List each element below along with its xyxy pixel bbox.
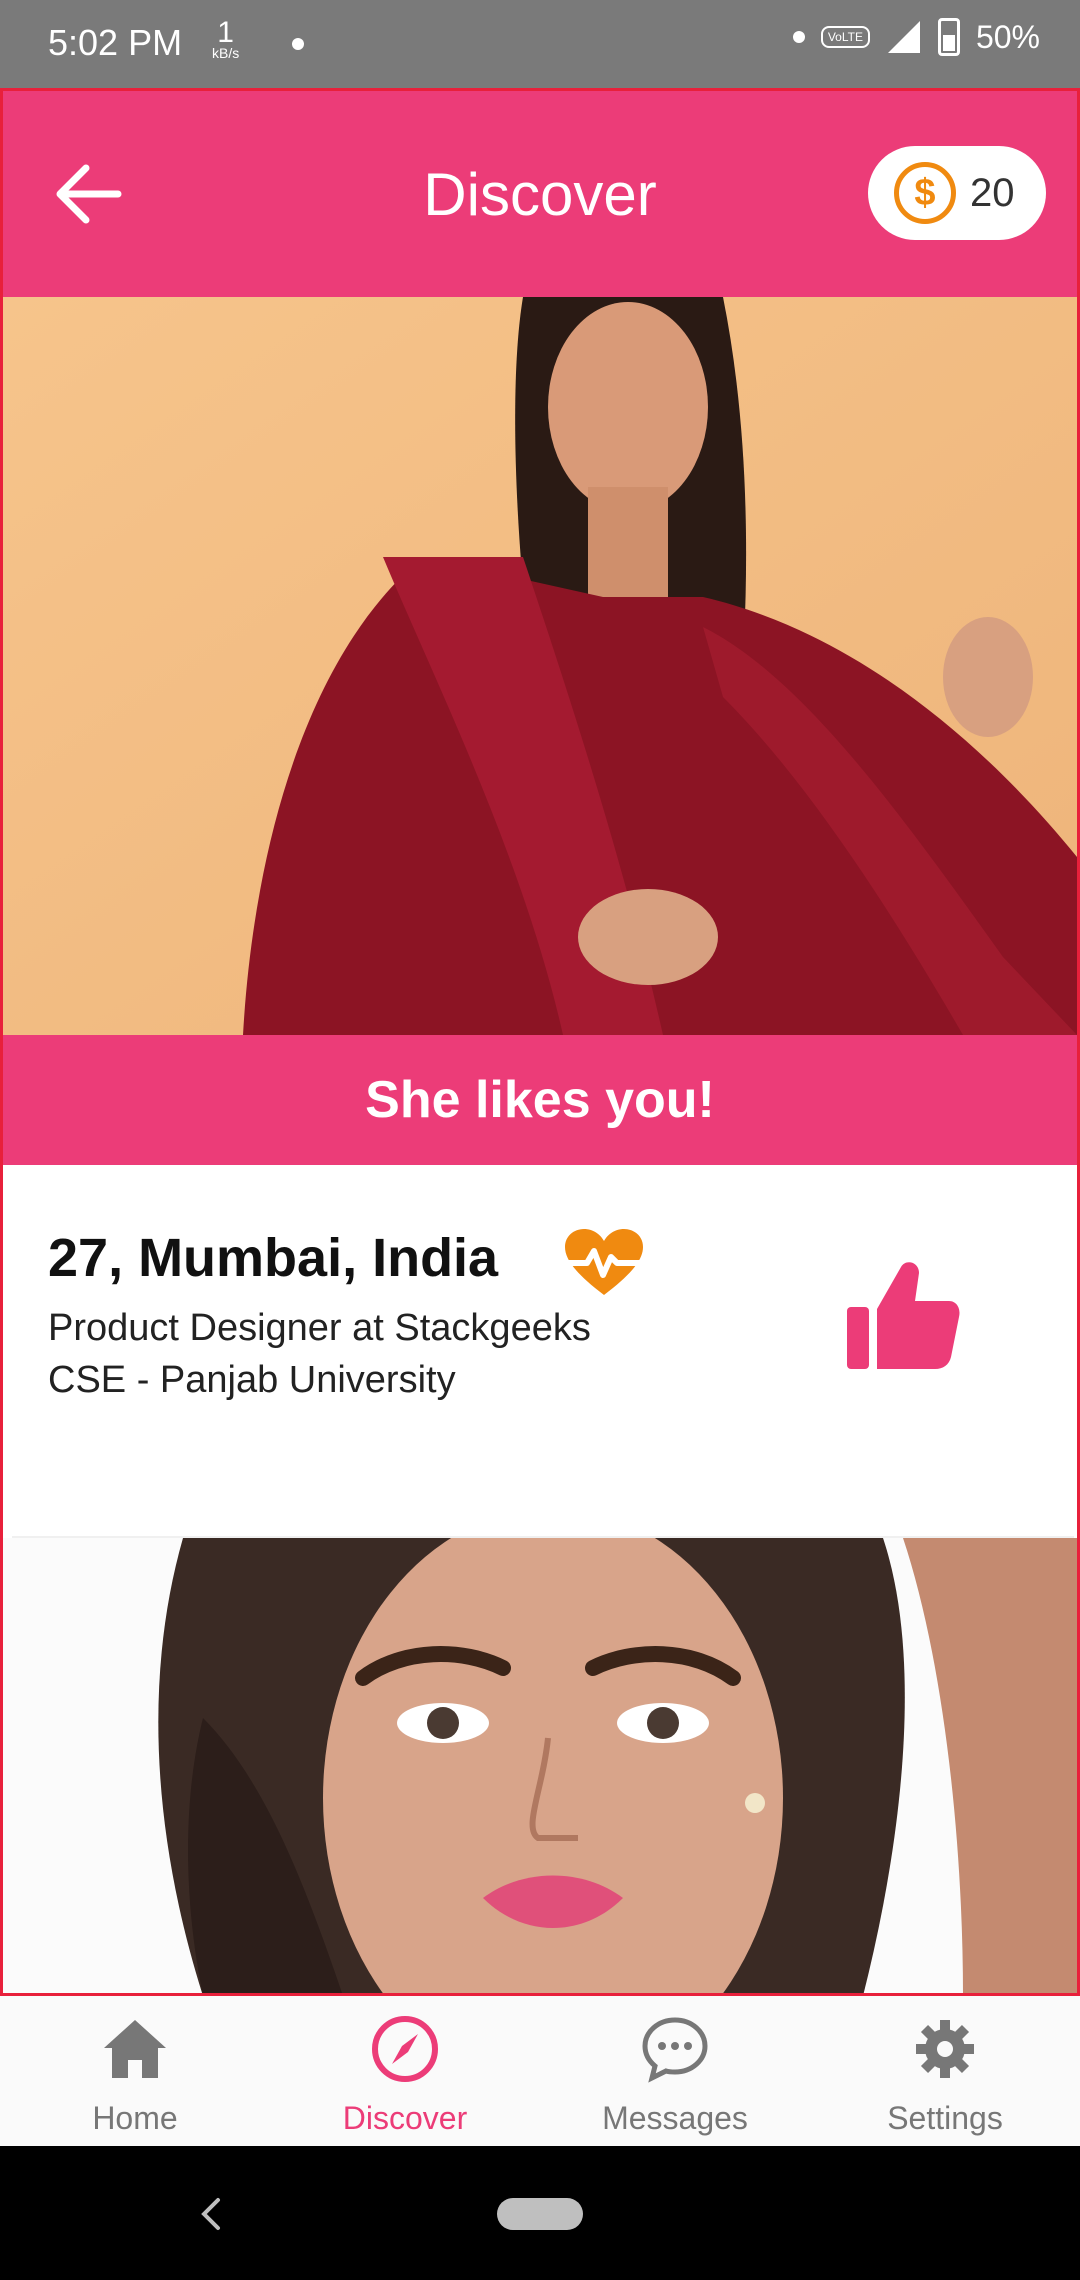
system-back-icon[interactable]: [196, 2194, 226, 2234]
home-icon: [104, 2020, 166, 2078]
heartbeat-icon: [563, 1229, 645, 1295]
profile-photo[interactable]: [3, 297, 1077, 1035]
status-bar: 5:02 PM 1 kB/s VoLTE 50%: [0, 0, 1080, 88]
nav-item-settings[interactable]: Settings: [810, 1996, 1080, 2146]
profile-photo[interactable]: [3, 1538, 1077, 1996]
nav-item-home[interactable]: Home: [0, 1996, 270, 2146]
battery-percent: 50%: [975, 18, 1040, 55]
nav-label-messages: Messages: [602, 2100, 748, 2136]
profile-photo-woman-closeup: [3, 1538, 1077, 1996]
network-speed-unit: kB/s: [212, 45, 240, 61]
nav-label-settings: Settings: [887, 2100, 1003, 2136]
profile-info-card[interactable]: 27, Mumbai, India Product Designer at St…: [3, 1165, 1077, 1537]
system-home-pill[interactable]: [497, 2198, 583, 2230]
volte-icon: VoLTE: [820, 26, 870, 48]
coin-balance-button[interactable]: $ 20: [868, 146, 1046, 240]
network-speed: 1 kB/s: [212, 18, 240, 61]
profile-education: CSE - Panjab University: [48, 1359, 456, 1401]
compass-icon: [372, 2016, 438, 2082]
battery-icon: [937, 18, 960, 56]
system-navigation-bar: [0, 2146, 1080, 2280]
likes-you-banner: She likes you!: [3, 1035, 1077, 1165]
nav-item-discover[interactable]: Discover: [270, 1996, 540, 2146]
nav-item-messages[interactable]: Messages: [540, 1996, 810, 2146]
signal-icon: [887, 21, 920, 53]
bottom-navigation: Home Discover Messages Settings: [0, 1996, 1080, 2146]
status-icons: VoLTE 50%: [792, 18, 1040, 56]
chat-bubble-icon: [642, 2017, 708, 2083]
nav-label-discover: Discover: [342, 2100, 468, 2136]
notification-dot-icon: [292, 38, 304, 50]
nav-label-home: Home: [92, 2100, 178, 2136]
profile-photo-woman-red-dress: [3, 297, 1077, 1035]
coin-count: 20: [970, 170, 1015, 215]
notification-dot-icon: [792, 31, 805, 43]
gear-icon: [916, 2020, 974, 2078]
profile-headline: 27, Mumbai, India: [48, 1228, 499, 1288]
profile-occupation: Product Designer at Stackgeeks: [48, 1307, 591, 1349]
status-time: 5:02 PM: [48, 22, 183, 63]
thumbs-up-icon[interactable]: [843, 1257, 961, 1375]
dollar-coin-icon: $: [894, 162, 956, 224]
